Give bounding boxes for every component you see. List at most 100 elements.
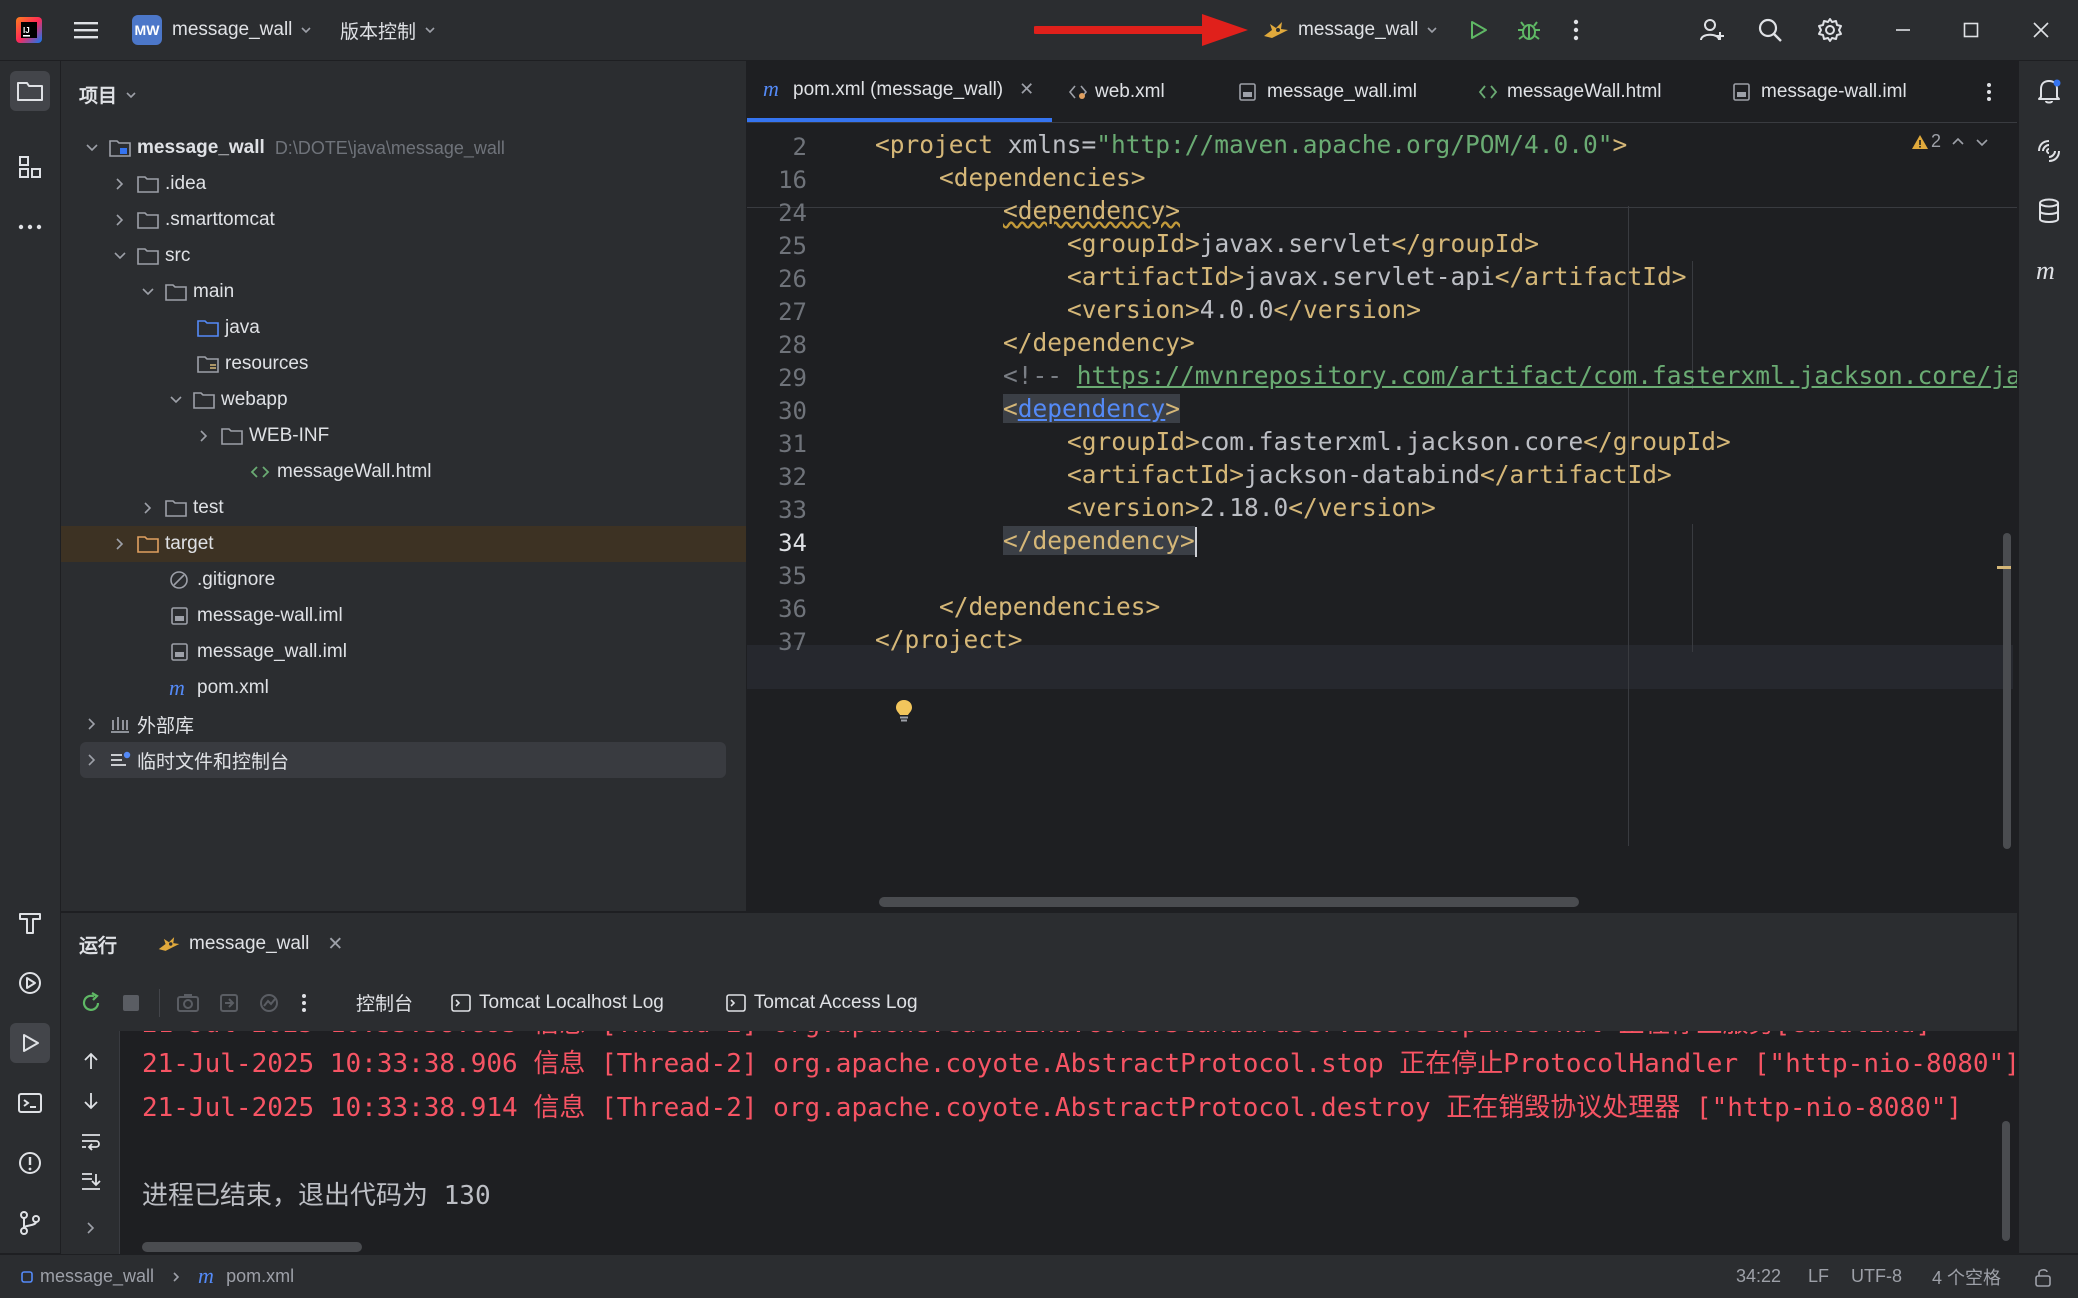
iml-file-icon: [1733, 82, 1750, 101]
tree-item-smarttomcat[interactable]: .smarttomcat: [61, 202, 746, 238]
run-icon[interactable]: [1466, 0, 1490, 60]
tab-pom-xml[interactable]: m pom.xml (message_wall) ✕: [747, 61, 1053, 122]
console-output[interactable]: 21-Jul-2025 10:33:38.893 信息 [Thread-2] o…: [120, 1031, 2017, 1254]
rerun-icon[interactable]: [79, 991, 103, 1015]
project-selector[interactable]: MW message_wall: [132, 0, 312, 60]
more-icon[interactable]: [300, 992, 308, 1014]
search-icon[interactable]: [1756, 0, 1784, 60]
arrow-down-icon[interactable]: [82, 1091, 100, 1111]
add-user-icon[interactable]: [1698, 0, 1726, 60]
tab-messagewall-html[interactable]: messageWall.html: [1477, 61, 1662, 122]
code-link[interactable]: https://mvnrepository.com/artifact/com.f…: [1077, 361, 2017, 390]
chevron-down-icon[interactable]: [169, 393, 183, 407]
tree-item-main[interactable]: main: [61, 274, 746, 310]
tree-item-test[interactable]: test: [61, 490, 746, 526]
tree-item-scratches[interactable]: 临时文件和控制台: [80, 742, 726, 778]
lock-icon[interactable]: [2034, 1255, 2052, 1298]
tab-web-xml[interactable]: web.xml: [1067, 61, 1165, 122]
hamburger-icon[interactable]: [72, 0, 100, 60]
tree-item-message-wall[interactable]: message_wall D:\DOTE\java\message_wall: [61, 130, 746, 166]
tree-item-message-wall-iml[interactable]: message-wall.iml: [61, 598, 746, 634]
line-number: 36: [778, 595, 807, 623]
dump-threads-icon[interactable]: [258, 992, 282, 1014]
vertical-scrollbar[interactable]: [2003, 533, 2011, 849]
run-config-tab[interactable]: message_wall ✕: [157, 933, 343, 956]
tree-item-gitignore[interactable]: .gitignore: [61, 562, 746, 598]
structure-tool-icon[interactable]: [10, 147, 50, 187]
project-panel-header[interactable]: 项目: [79, 81, 137, 108]
close-icon[interactable]: [2032, 0, 2050, 60]
chevron-down-icon[interactable]: [141, 285, 155, 299]
code-token: <dependency>: [1003, 196, 1181, 225]
folder-icon: [221, 428, 243, 445]
chevron-right-icon[interactable]: [85, 753, 99, 767]
tab-message-wall-iml-2[interactable]: message-wall.iml: [1731, 61, 1907, 122]
line-separator[interactable]: LF: [1808, 1255, 1829, 1298]
tree-item-java[interactable]: java: [61, 310, 746, 346]
chevron-right-icon[interactable]: [197, 429, 211, 443]
tree-item-messagewall-html[interactable]: messageWall.html: [61, 454, 746, 490]
chevron-right-icon[interactable]: [141, 501, 155, 515]
soft-wrap-icon[interactable]: [80, 1131, 102, 1151]
subtab-tomcat-localhost-log[interactable]: Tomcat Localhost Log: [451, 992, 664, 1014]
scroll-to-end-icon[interactable]: [80, 1171, 102, 1191]
console-horizontal-scrollbar[interactable]: [142, 1242, 362, 1252]
minimize-icon[interactable]: [1894, 0, 1912, 60]
more-icon[interactable]: [1572, 0, 1580, 60]
run-tool-icon[interactable]: [10, 1023, 50, 1063]
chevron-right-icon[interactable]: [113, 537, 127, 551]
tab-message-wall-iml[interactable]: message_wall.iml: [1237, 61, 1417, 122]
console-vertical-scrollbar[interactable]: [2002, 1121, 2010, 1241]
close-icon[interactable]: ✕: [327, 933, 343, 956]
tree-item-target[interactable]: target: [61, 526, 746, 562]
run-config-selector[interactable]: message_wall: [1262, 0, 1438, 60]
problems-tool-icon[interactable]: [10, 1143, 50, 1183]
tree-item-message-wall-iml-2[interactable]: message_wall.iml: [61, 634, 746, 670]
camera-icon[interactable]: [176, 992, 200, 1014]
code-area[interactable]: <project xmlns="http://maven.apache.org/…: [875, 123, 2017, 911]
chevron-right-icon[interactable]: [113, 177, 127, 191]
arrow-up-icon[interactable]: [82, 1051, 100, 1071]
tree-item-src[interactable]: src: [61, 238, 746, 274]
services-tool-icon[interactable]: [10, 963, 50, 1003]
tree-item-resources[interactable]: resources: [61, 346, 746, 382]
ai-assistant-icon[interactable]: [2029, 131, 2069, 171]
file-encoding[interactable]: UTF-8: [1851, 1255, 1902, 1298]
app-logo-icon[interactable]: IJ: [14, 0, 44, 60]
chevron-down-icon[interactable]: [113, 249, 127, 263]
warning-stripe-marker[interactable]: [1997, 566, 2011, 569]
tree-item-idea[interactable]: .idea: [61, 166, 746, 202]
tree-item-pom-xml[interactable]: m pom.xml: [61, 670, 746, 706]
breadcrumb-file[interactable]: pom.xml: [226, 1266, 294, 1287]
breadcrumb-project[interactable]: message_wall: [40, 1266, 154, 1287]
project-tool-icon[interactable]: [10, 71, 50, 111]
tree-item-web-inf[interactable]: WEB-INF: [61, 418, 746, 454]
database-icon[interactable]: [2029, 191, 2069, 231]
subtab-console[interactable]: 控制台: [356, 989, 413, 1018]
tabs-more-icon[interactable]: [1985, 61, 1993, 122]
terminal-tool-icon[interactable]: [10, 1083, 50, 1123]
chevron-right-icon[interactable]: [84, 1221, 98, 1235]
chevron-right-icon[interactable]: [85, 717, 99, 731]
tab-close-icon[interactable]: ✕: [1019, 79, 1034, 100]
gear-icon[interactable]: [1816, 0, 1844, 60]
tree-item-external-libraries[interactable]: 外部库: [61, 706, 746, 742]
maximize-icon[interactable]: [1962, 0, 1980, 60]
caret-position[interactable]: 34:22: [1736, 1255, 1781, 1298]
stop-icon[interactable]: [121, 993, 141, 1013]
build-tool-icon[interactable]: [10, 903, 50, 943]
indent-setting[interactable]: 4 个空格: [1932, 1255, 2001, 1298]
chevron-down-icon[interactable]: [85, 141, 99, 155]
chevron-right-icon[interactable]: [113, 213, 127, 227]
restore-layout-icon[interactable]: [218, 992, 240, 1014]
horizontal-scrollbar[interactable]: [879, 897, 1579, 907]
debug-icon[interactable]: [1516, 0, 1542, 60]
maven-icon[interactable]: m: [2029, 251, 2069, 291]
subtab-tomcat-access-log[interactable]: Tomcat Access Log: [726, 992, 918, 1014]
tree-item-webapp[interactable]: webapp: [61, 382, 746, 418]
notifications-icon[interactable]: [2029, 71, 2069, 111]
tree-label: .idea: [165, 173, 207, 194]
vcs-menu[interactable]: 版本控制: [340, 0, 436, 60]
git-tool-icon[interactable]: [10, 1203, 50, 1243]
more-tools-icon[interactable]: [10, 207, 50, 247]
